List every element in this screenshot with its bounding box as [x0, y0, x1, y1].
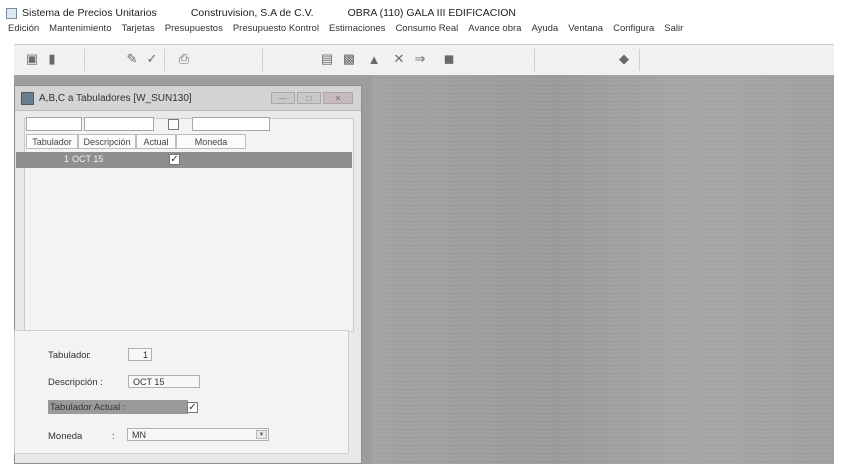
- app-icon: [6, 7, 17, 19]
- label-colon: :: [112, 431, 115, 442]
- descripcion-field[interactable]: OCT 15: [128, 375, 200, 388]
- grid-header: Tabulador Descripción Actual Moneda: [16, 134, 246, 150]
- table-row[interactable]: 1 OCT 15 ✓: [16, 152, 352, 168]
- tabulador-label: Tabulador: [48, 350, 90, 361]
- copy-icon[interactable]: ▤: [317, 50, 337, 68]
- toolbar-separator: [262, 49, 263, 71]
- close-button[interactable]: ✕: [323, 92, 353, 104]
- menu-salir[interactable]: Salir: [664, 23, 683, 34]
- print-preview-icon[interactable]: ▣: [22, 50, 42, 68]
- toolbar-separator: [639, 49, 640, 71]
- col-header-tabulador[interactable]: Tabulador: [26, 134, 78, 149]
- filter-tabulador-input[interactable]: [26, 117, 82, 131]
- tabulador-actual-checkbox[interactable]: ✓: [187, 402, 198, 413]
- col-header-descripcion[interactable]: Descripción: [78, 134, 136, 149]
- label-colon: :: [88, 350, 91, 361]
- toolbar-separator: [164, 49, 165, 71]
- trash-icon[interactable]: ◼: [439, 50, 459, 68]
- insert-icon[interactable]: ▲: [364, 50, 384, 68]
- grid-panel: [24, 118, 354, 332]
- toolbar-separator: [84, 49, 85, 71]
- menu-tarjetas[interactable]: Tarjetas: [121, 23, 154, 34]
- menu-mantenimiento[interactable]: Mantenimiento: [49, 23, 111, 34]
- menu-avance-obra[interactable]: Avance obra: [468, 23, 521, 34]
- minimize-button[interactable]: —: [271, 92, 295, 104]
- col-header-actual[interactable]: Actual: [136, 134, 176, 149]
- diamond-nav-icon[interactable]: ◆: [614, 50, 634, 68]
- toolbar: ▣ ▮ ✎ ✓ ⎙ ▤ ▩ ▲ ✕ ⇒ ◼ ◆: [14, 44, 834, 76]
- filter-actual-checkbox[interactable]: [168, 119, 179, 130]
- moneda-value: MN: [132, 429, 146, 440]
- child-window-title: A,B,C a Tabuladores [W_SUN130]: [39, 92, 192, 104]
- window-controls: — □ ✕: [271, 92, 353, 104]
- moneda-label: Moneda: [48, 431, 83, 442]
- descripcion-label: Descripción :: [48, 377, 103, 388]
- menu-presupuesto-kontrol[interactable]: Presupuesto Kontrol: [233, 23, 319, 34]
- menu-estimaciones[interactable]: Estimaciones: [329, 23, 386, 34]
- check-icon[interactable]: ✓: [142, 50, 162, 68]
- moneda-select[interactable]: MN ▼: [127, 428, 269, 441]
- toolbar-separator: [534, 49, 535, 71]
- menu-ventana[interactable]: Ventana: [568, 23, 603, 34]
- child-window-titlebar[interactable]: A,B,C a Tabuladores [W_SUN130] — □ ✕: [15, 86, 361, 111]
- menu-ayuda[interactable]: Ayuda: [531, 23, 558, 34]
- window-titlebar: Sistema de Precios Unitarios Construvisi…: [0, 6, 844, 20]
- filter-descripcion-input[interactable]: [84, 117, 154, 131]
- chevron-down-icon[interactable]: ▼: [256, 430, 267, 439]
- app-name: Sistema de Precios Unitarios: [22, 7, 157, 19]
- maximize-button[interactable]: □: [297, 92, 321, 104]
- menu-edicion[interactable]: Edición: [8, 23, 39, 34]
- workspace-background: [372, 75, 834, 464]
- col-header-moneda[interactable]: Moneda: [176, 134, 246, 149]
- tabulador-actual-label: Tabulador Actual :: [50, 402, 126, 413]
- window-icon: [21, 91, 34, 105]
- exit-door-icon[interactable]: ▮: [42, 50, 62, 68]
- cell-tabulador: 1: [64, 154, 70, 164]
- tabulador-field[interactable]: 1: [128, 348, 152, 361]
- project-name: OBRA (110) GALA III EDIFICACION: [347, 7, 517, 19]
- arrow-icon[interactable]: ⇒: [410, 50, 430, 68]
- menu-bar: Edición Mantenimiento Tarjetas Presupues…: [0, 20, 844, 36]
- edit-pencil-icon[interactable]: ✎: [122, 50, 142, 68]
- paste-icon[interactable]: ▩: [339, 50, 359, 68]
- company-name: Construvision, S.A de C.V.: [190, 7, 314, 19]
- cell-descripcion: OCT 15: [72, 154, 104, 164]
- menu-consumo-real[interactable]: Consumo Real: [395, 23, 458, 34]
- menu-configura[interactable]: Configura: [613, 23, 654, 34]
- delete-x-icon[interactable]: ✕: [389, 50, 409, 68]
- cell-actual-checkbox[interactable]: ✓: [169, 154, 180, 165]
- filter-moneda-input[interactable]: [192, 117, 270, 131]
- menu-presupuestos[interactable]: Presupuestos: [165, 23, 223, 34]
- printer-icon[interactable]: ⎙: [174, 50, 194, 68]
